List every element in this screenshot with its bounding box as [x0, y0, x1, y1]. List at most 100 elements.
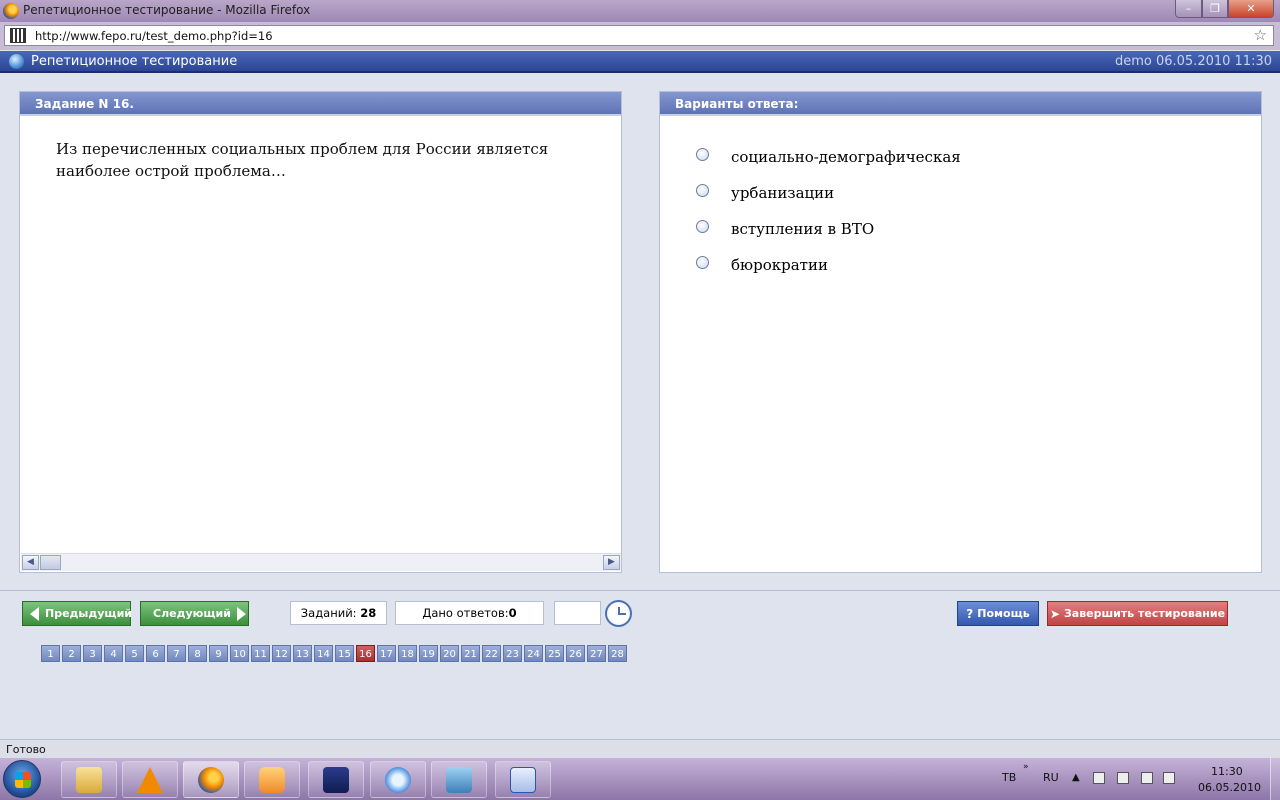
- answer-radio[interactable]: [696, 220, 709, 233]
- minimize-button[interactable]: –: [1175, 0, 1202, 18]
- close-button[interactable]: ✕: [1228, 0, 1274, 18]
- clock-time[interactable]: 11:30: [1211, 765, 1243, 778]
- page-number-button[interactable]: 21: [461, 645, 480, 662]
- answer-label[interactable]: бюрократии: [731, 256, 828, 274]
- window-controls: – ❐ ✕: [1175, 0, 1274, 18]
- page-number-button[interactable]: 18: [398, 645, 417, 662]
- usb-device-icon[interactable]: [1117, 772, 1129, 784]
- network-icon[interactable]: [1141, 772, 1153, 784]
- session-status: demo 06.05.2010 11:30: [1114, 54, 1272, 69]
- globe-icon: [9, 54, 24, 69]
- page-number-button[interactable]: 24: [524, 645, 543, 662]
- scrollbar-thumb[interactable]: [40, 555, 61, 570]
- taskbar-word[interactable]: [495, 761, 551, 798]
- page-number-button[interactable]: 17: [377, 645, 396, 662]
- status-text: Готово: [6, 743, 46, 756]
- page-number-button[interactable]: 3: [83, 645, 102, 662]
- next-button[interactable]: Следующий: [140, 601, 249, 626]
- page-number-button[interactable]: 20: [440, 645, 459, 662]
- window-titlebar: Репетиционное тестирование - Mozilla Fir…: [0, 0, 1280, 22]
- address-bar[interactable]: http://www.fepo.ru/test_demo.php?id=16 ☆: [4, 25, 1274, 46]
- horizontal-scrollbar[interactable]: ◀ ▶: [21, 553, 621, 571]
- address-text[interactable]: http://www.fepo.ru/test_demo.php?id=16: [35, 29, 273, 43]
- previous-label: Предыдущий: [45, 607, 133, 620]
- page-number-button[interactable]: 4: [104, 645, 123, 662]
- clock-date[interactable]: 06.05.2010: [1198, 781, 1261, 794]
- answers-header: Варианты ответа:: [660, 92, 1261, 116]
- taskbar-picture-viewer[interactable]: [431, 761, 487, 798]
- page-number-button[interactable]: 23: [503, 645, 522, 662]
- task-pager: 1 2 3 4 5 6 7 8 9 10 11 12 13 14 15 16 17 18 19 20 21 22 23 24 2…: [41, 645, 629, 662]
- picture-viewer-icon: [446, 766, 472, 793]
- keyboard-layout[interactable]: RU: [1043, 771, 1059, 784]
- site-identity-icon[interactable]: [10, 28, 26, 43]
- answer-radio[interactable]: [696, 256, 709, 269]
- arrow-right-icon: [236, 606, 246, 621]
- page-number-button[interactable]: 28: [608, 645, 627, 662]
- page-number-button[interactable]: 6: [146, 645, 165, 662]
- taskbar-firefox[interactable]: [183, 761, 239, 798]
- page-number-button[interactable]: 19: [419, 645, 438, 662]
- taskbar-media-player[interactable]: [244, 761, 300, 798]
- page-number-button[interactable]: 26: [566, 645, 585, 662]
- answered-label: Дано ответов:: [422, 606, 509, 620]
- taskbar-itunes[interactable]: [370, 761, 426, 798]
- page-number-button[interactable]: 13: [293, 645, 312, 662]
- answer-radio[interactable]: [696, 184, 709, 197]
- answer-label[interactable]: урбанизации: [731, 184, 834, 202]
- page-number-button[interactable]: 9: [209, 645, 228, 662]
- taskbar-vlc[interactable]: [122, 761, 178, 798]
- divider: [0, 590, 1280, 591]
- page-number-button[interactable]: 15: [335, 645, 354, 662]
- vlc-icon: [137, 766, 163, 793]
- taskbar: ТВ » RU ▲ 11:30 06.05.2010: [0, 758, 1280, 800]
- page-number-button[interactable]: 8: [188, 645, 207, 662]
- exit-runner-icon: ➤: [1049, 606, 1060, 621]
- answer-label[interactable]: социально-демографическая: [731, 148, 961, 166]
- navigation-toolbar: http://www.fepo.ru/test_demo.php?id=16 ☆: [0, 22, 1280, 50]
- expand-arrows-icon[interactable]: »: [1023, 762, 1029, 772]
- page-number-button[interactable]: 27: [587, 645, 606, 662]
- tasks-counter: Заданий: 28: [290, 601, 387, 625]
- tasks-count: 28: [360, 606, 377, 620]
- language-indicator[interactable]: ТВ: [1002, 771, 1016, 784]
- maximize-button[interactable]: ❐: [1202, 0, 1228, 18]
- scroll-right-arrow-icon[interactable]: ▶: [603, 555, 620, 570]
- windows-logo-icon: [15, 772, 31, 788]
- page-number-button[interactable]: 25: [545, 645, 564, 662]
- task-header: Задание N 16.: [20, 92, 621, 116]
- question-text: Из перечисленных социальных проблем для …: [56, 140, 549, 180]
- system-tray: ТВ » RU ▲ 11:30 06.05.2010: [990, 758, 1280, 800]
- start-button[interactable]: [3, 760, 41, 798]
- show-hidden-icons-icon[interactable]: ▲: [1072, 772, 1080, 783]
- arrow-left-icon: [30, 606, 39, 621]
- page-number-button[interactable]: 22: [482, 645, 501, 662]
- window-title: Репетиционное тестирование - Mozilla Fir…: [23, 3, 311, 17]
- page-number-button[interactable]: 11: [251, 645, 270, 662]
- page-number-button[interactable]: 10: [230, 645, 249, 662]
- scroll-left-arrow-icon[interactable]: ◀: [22, 555, 39, 570]
- page-number-button[interactable]: 7: [167, 645, 186, 662]
- browser-statusbar: Готово: [0, 739, 1280, 758]
- page-number-button[interactable]: 14: [314, 645, 333, 662]
- clock-icon: [605, 600, 632, 627]
- taskbar-save[interactable]: [308, 761, 364, 798]
- page-number-button[interactable]: 2: [62, 645, 81, 662]
- previous-button[interactable]: Предыдущий: [22, 601, 133, 626]
- page-number-button[interactable]: 12: [272, 645, 291, 662]
- answers-panel: Варианты ответа: социально-демографическ…: [659, 91, 1262, 573]
- show-desktop-button[interactable]: [1270, 758, 1280, 800]
- page-number-button[interactable]: 1: [41, 645, 60, 662]
- finish-test-button[interactable]: ➤ Завершить тестирование: [1047, 601, 1228, 626]
- answer-radio[interactable]: [696, 148, 709, 161]
- action-center-icon[interactable]: [1093, 772, 1105, 784]
- taskbar-explorer[interactable]: [61, 761, 117, 798]
- answer-label[interactable]: вступления в ВТО: [731, 220, 874, 238]
- help-label: Помощь: [977, 607, 1030, 620]
- volume-icon[interactable]: [1163, 772, 1175, 784]
- windows-explorer-icon: [76, 766, 102, 793]
- page-number-button[interactable]: 5: [125, 645, 144, 662]
- page-number-button[interactable]: 16: [356, 645, 375, 662]
- bookmark-star-icon[interactable]: ☆: [1254, 26, 1267, 44]
- help-button[interactable]: ? Помощь: [957, 601, 1039, 626]
